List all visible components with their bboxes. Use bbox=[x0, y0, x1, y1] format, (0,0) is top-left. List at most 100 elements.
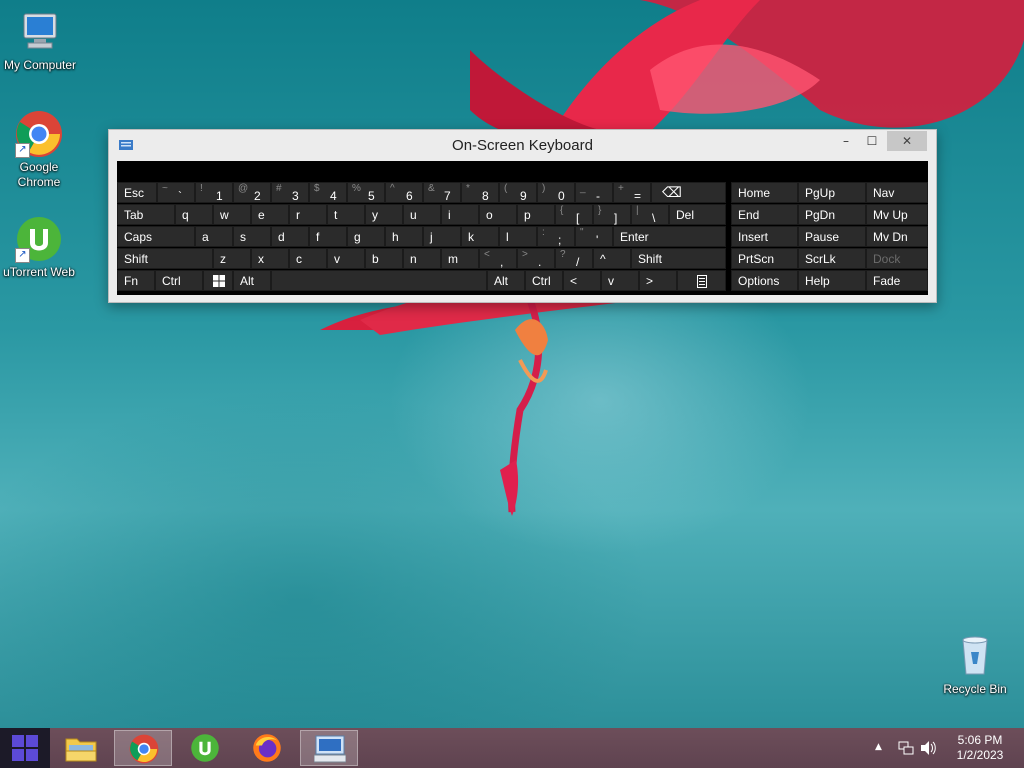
key-slash[interactable]: ? / bbox=[555, 248, 593, 269]
desktop-icon-recycle-bin[interactable]: Recycle Bin bbox=[935, 632, 1015, 697]
key-z[interactable]: z bbox=[213, 248, 251, 269]
key-u[interactable]: u bbox=[403, 204, 441, 225]
key-d[interactable]: d bbox=[271, 226, 309, 247]
key-mv-up[interactable]: Mv Up bbox=[866, 204, 928, 225]
key-end[interactable]: End bbox=[731, 204, 798, 225]
key-options[interactable]: Options bbox=[731, 270, 798, 291]
key-backslash[interactable]: | \ bbox=[631, 204, 669, 225]
key-windows[interactable] bbox=[203, 270, 233, 291]
taskbar-utorrent[interactable] bbox=[176, 730, 234, 766]
key-nav[interactable]: Nav bbox=[866, 182, 928, 203]
key-semicolon[interactable]: :; bbox=[537, 226, 575, 247]
key-backspace[interactable]: ⌫ bbox=[651, 182, 726, 203]
key-del[interactable]: Del bbox=[669, 204, 726, 225]
key-ctrl-left[interactable]: Ctrl bbox=[155, 270, 203, 291]
key-9[interactable]: (9 bbox=[499, 182, 537, 203]
key-down-arrow[interactable]: v bbox=[601, 270, 639, 291]
key-left-arrow[interactable]: < bbox=[563, 270, 601, 291]
key-minus[interactable]: _ - bbox=[575, 182, 613, 203]
key-esc[interactable]: Esc bbox=[117, 182, 157, 203]
key-i[interactable]: i bbox=[441, 204, 479, 225]
key-mv-dn[interactable]: Mv Dn bbox=[866, 226, 928, 247]
key-insert[interactable]: Insert bbox=[731, 226, 798, 247]
key-5[interactable]: % 5 bbox=[347, 182, 385, 203]
key-close-bracket[interactable]: }] bbox=[593, 204, 631, 225]
key-k[interactable]: k bbox=[461, 226, 499, 247]
volume-icon[interactable] bbox=[920, 740, 938, 756]
key-x[interactable]: x bbox=[251, 248, 289, 269]
key-s[interactable]: s bbox=[233, 226, 271, 247]
key-right-arrow[interactable]: > bbox=[639, 270, 677, 291]
key-pgdn[interactable]: PgDn bbox=[798, 204, 866, 225]
key-tilde[interactable]: ~ ` bbox=[157, 182, 195, 203]
key-7[interactable]: & 7 bbox=[423, 182, 461, 203]
taskbar-firefox[interactable] bbox=[238, 730, 296, 766]
key-o[interactable]: o bbox=[479, 204, 517, 225]
key-6[interactable]: ^ 6 bbox=[385, 182, 423, 203]
key-ctrl-right[interactable]: Ctrl bbox=[525, 270, 563, 291]
key-b[interactable]: b bbox=[365, 248, 403, 269]
system-clock[interactable]: 5:06 PM 1/2/2023 bbox=[945, 733, 1015, 763]
key-m[interactable]: m bbox=[441, 248, 479, 269]
key-shift-left[interactable]: Shift bbox=[117, 248, 213, 269]
maximize-button[interactable]: ☐ bbox=[859, 131, 885, 151]
key-prtscn[interactable]: PrtScn bbox=[731, 248, 798, 269]
key-g[interactable]: g bbox=[347, 226, 385, 247]
minimize-button[interactable]: – bbox=[833, 131, 859, 151]
key-v[interactable]: v bbox=[327, 248, 365, 269]
close-button[interactable]: ✕ bbox=[887, 131, 927, 151]
key-4[interactable]: $4 bbox=[309, 182, 347, 203]
key-tab[interactable]: Tab bbox=[117, 204, 175, 225]
key-scrlk[interactable]: ScrLk bbox=[798, 248, 866, 269]
key-alt-right[interactable]: Alt bbox=[487, 270, 525, 291]
key-f[interactable]: f bbox=[309, 226, 347, 247]
key-enter[interactable]: Enter bbox=[613, 226, 726, 247]
key-pgup[interactable]: PgUp bbox=[798, 182, 866, 203]
key-e[interactable]: e bbox=[251, 204, 289, 225]
key-h[interactable]: h bbox=[385, 226, 423, 247]
key-caps[interactable]: Caps bbox=[117, 226, 195, 247]
osk-titlebar[interactable]: On-Screen Keyboard – ☐ ✕ bbox=[109, 130, 936, 160]
taskbar-chrome[interactable] bbox=[114, 730, 172, 766]
start-button[interactable] bbox=[0, 728, 50, 768]
taskbar-on-screen-keyboard[interactable] bbox=[300, 730, 358, 766]
key-open-bracket[interactable]: {[ bbox=[555, 204, 593, 225]
network-icon[interactable] bbox=[898, 740, 914, 756]
key-2[interactable]: @2 bbox=[233, 182, 271, 203]
key-y[interactable]: y bbox=[365, 204, 403, 225]
key-r[interactable]: r bbox=[289, 204, 327, 225]
key-home[interactable]: Home bbox=[731, 182, 798, 203]
key-menu[interactable] bbox=[677, 270, 726, 291]
key-q[interactable]: q bbox=[175, 204, 213, 225]
key-shift-right[interactable]: Shift bbox=[631, 248, 726, 269]
show-hidden-icons-button[interactable]: ▲ bbox=[875, 742, 882, 752]
key-w[interactable]: w bbox=[213, 204, 251, 225]
key-3[interactable]: #3 bbox=[271, 182, 309, 203]
key-alt-left[interactable]: Alt bbox=[233, 270, 271, 291]
key-8[interactable]: * 8 bbox=[461, 182, 499, 203]
key-pause[interactable]: Pause bbox=[798, 226, 866, 247]
key-help[interactable]: Help bbox=[798, 270, 866, 291]
on-screen-keyboard-window[interactable]: On-Screen Keyboard – ☐ ✕ Esc ~ ` ! 1 @2 #3… bbox=[108, 129, 937, 303]
key-period[interactable]: >. bbox=[517, 248, 555, 269]
key-n[interactable]: n bbox=[403, 248, 441, 269]
key-0[interactable]: ) 0 bbox=[537, 182, 575, 203]
key-dock[interactable]: Dock bbox=[866, 248, 928, 269]
key-j[interactable]: j bbox=[423, 226, 461, 247]
key-1[interactable]: ! 1 bbox=[195, 182, 233, 203]
key-up-arrow[interactable]: ^ bbox=[593, 248, 631, 269]
key-t[interactable]: t bbox=[327, 204, 365, 225]
taskbar-file-explorer[interactable] bbox=[52, 730, 110, 766]
key-p[interactable]: p bbox=[517, 204, 555, 225]
key-a[interactable]: a bbox=[195, 226, 233, 247]
desktop-icon-utorrent-web[interactable]: ↗ uTorrent Web bbox=[0, 215, 79, 280]
key-l[interactable]: l bbox=[499, 226, 537, 247]
key-space[interactable] bbox=[271, 270, 487, 291]
key-c[interactable]: c bbox=[289, 248, 327, 269]
desktop-icon-google-chrome[interactable]: ↗ Google Chrome bbox=[0, 110, 79, 190]
desktop-icon-my-computer[interactable]: My Computer bbox=[0, 8, 80, 73]
key-comma[interactable]: <, bbox=[479, 248, 517, 269]
key-quote[interactable]: " ' bbox=[575, 226, 613, 247]
key-fn[interactable]: Fn bbox=[117, 270, 155, 291]
key-equals[interactable]: + = bbox=[613, 182, 651, 203]
